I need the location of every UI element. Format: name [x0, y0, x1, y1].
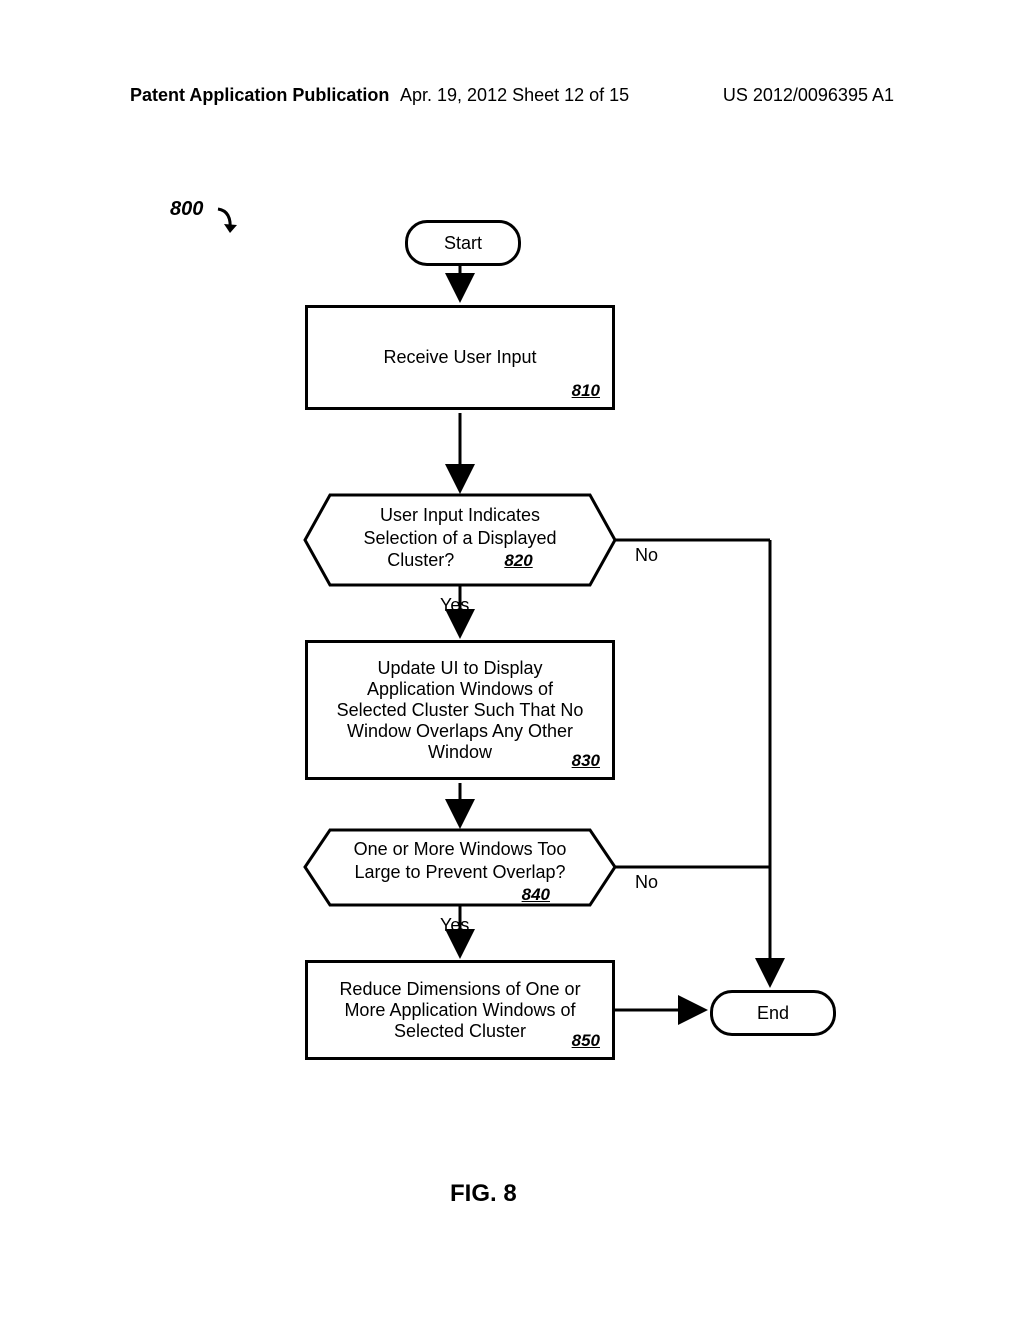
decision-820-ref: 820: [504, 551, 532, 570]
page: Patent Application Publication Apr. 19, …: [0, 0, 1024, 1320]
decision-840: One or More Windows Too Large to Prevent…: [330, 838, 590, 906]
decision-840-line1: One or More Windows Too: [330, 838, 590, 861]
figure-ref-arrow-icon: [210, 205, 240, 245]
decision-820-line2: Selection of a Displayed: [330, 527, 590, 550]
header-publication: Patent Application Publication: [130, 85, 389, 106]
process-830: Update UI to Display Application Windows…: [305, 640, 615, 780]
process-830-line4: Window Overlaps Any Other: [347, 721, 573, 742]
process-830-line3: Selected Cluster Such That No: [337, 700, 584, 721]
decision-820-line3: Cluster?: [387, 550, 454, 570]
decision-840-line2: Large to Prevent Overlap?: [330, 861, 590, 884]
header-pub-number: US 2012/0096395 A1: [723, 85, 894, 106]
process-850-ref: 850: [572, 1031, 600, 1051]
start-label: Start: [444, 233, 482, 254]
process-850: Reduce Dimensions of One or More Applica…: [305, 960, 615, 1060]
process-810-text: Receive User Input: [383, 347, 536, 368]
decision-820-yes-label: Yes: [440, 595, 469, 616]
figure-ref-number: 800: [170, 198, 203, 221]
figure-caption: FIG. 8: [450, 1180, 517, 1208]
process-850-line3: Selected Cluster: [394, 1021, 526, 1042]
decision-820-line1: User Input Indicates: [330, 504, 590, 527]
process-810-ref: 810: [572, 381, 600, 401]
process-830-ref: 830: [572, 751, 600, 771]
process-830-line5: Window: [428, 742, 492, 763]
process-830-line2: Application Windows of: [367, 679, 553, 700]
process-830-line1: Update UI to Display: [377, 658, 542, 679]
decision-820: User Input Indicates Selection of a Disp…: [330, 504, 590, 572]
end-terminator: End: [710, 990, 836, 1036]
decision-840-yes-label: Yes: [440, 915, 469, 936]
decision-840-ref: 840: [522, 885, 550, 904]
start-terminator: Start: [405, 220, 521, 266]
decision-840-no-label: No: [635, 872, 658, 893]
decision-820-no-label: No: [635, 545, 658, 566]
process-850-line2: More Application Windows of: [344, 1000, 575, 1021]
header-date-sheet: Apr. 19, 2012 Sheet 12 of 15: [400, 85, 629, 106]
process-850-line1: Reduce Dimensions of One or: [339, 979, 580, 1000]
end-label: End: [757, 1003, 789, 1024]
process-810: Receive User Input 810: [305, 305, 615, 410]
